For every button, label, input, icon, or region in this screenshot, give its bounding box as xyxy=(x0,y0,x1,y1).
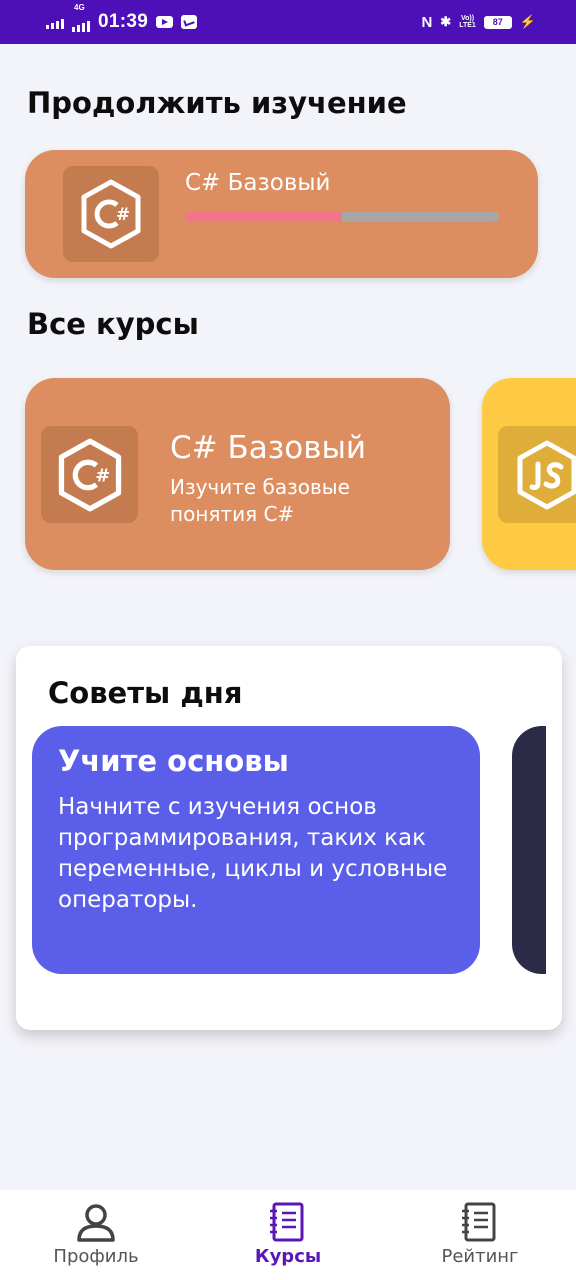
battery-icon: 87 xyxy=(483,15,512,29)
csharp-icon: # xyxy=(63,166,159,262)
nfc-icon: N xyxy=(421,13,433,31)
course-title: C# Базовый xyxy=(170,430,367,466)
volte-icon: Vo)) LTE1 xyxy=(459,15,476,29)
course-progress-bar xyxy=(185,212,499,222)
tip-card[interactable]: Учите основы Начните с изучения основ пр… xyxy=(32,726,480,974)
all-courses-heading: Все курсы xyxy=(27,307,199,341)
profile-icon xyxy=(77,1204,115,1242)
signal-4g-icon: 4G xyxy=(72,3,90,32)
status-bar-right: N ✱ Vo)) LTE1 87 ⚡ xyxy=(421,14,536,31)
charging-icon: ⚡ xyxy=(519,14,536,29)
nav-item-profile[interactable]: Профиль xyxy=(0,1190,192,1280)
continue-heading: Продолжить изучение xyxy=(27,86,407,120)
status-bar-left: 4G 01:39 xyxy=(46,3,198,33)
notification-icon xyxy=(181,15,198,29)
bluetooth-icon: ✱ xyxy=(440,14,452,29)
status-bar: 4G 01:39 N ✱ Vo)) LTE1 87 ⚡ xyxy=(0,0,576,44)
lte-label: LTE1 xyxy=(459,22,476,29)
nav-item-rating[interactable]: Рейтинг xyxy=(384,1190,576,1280)
volte-label: Vo)) xyxy=(460,15,475,22)
bottom-navigation: Профиль Курсы Рейтинг xyxy=(0,1190,576,1280)
svg-text:#: # xyxy=(116,205,130,225)
continue-course-title: C# Базовый xyxy=(185,170,331,196)
tip-text: Начните с изучения основ программировани… xyxy=(58,794,448,913)
course-progress-fill xyxy=(185,212,342,222)
tips-heading: Советы дня xyxy=(48,676,243,710)
nodejs-icon xyxy=(498,426,576,523)
tip-title: Учите основы xyxy=(58,744,289,778)
tips-panel: Советы дня Учите основы Начните с изучен… xyxy=(16,646,562,1030)
nav-item-courses[interactable]: Курсы xyxy=(192,1190,384,1280)
rating-icon xyxy=(462,1202,496,1242)
signal-icon xyxy=(46,15,64,29)
clock: 01:39 xyxy=(98,11,149,32)
tips-scroll-edge xyxy=(546,716,562,986)
continue-course-card[interactable]: # C# Базовый xyxy=(25,150,538,278)
svg-text:#: # xyxy=(95,465,110,486)
youtube-icon xyxy=(156,16,174,28)
nav-label-rating: Рейтинг xyxy=(441,1246,519,1267)
courses-icon xyxy=(270,1202,304,1242)
nav-label-profile: Профиль xyxy=(53,1246,139,1267)
csharp-icon: # xyxy=(41,426,138,523)
network-tag: 4G xyxy=(74,3,85,12)
course-description: Изучите базовые понятия C# xyxy=(170,475,350,526)
battery-level: 87 xyxy=(492,17,503,27)
course-card-nodejs[interactable] xyxy=(482,378,576,570)
nav-label-courses: Курсы xyxy=(254,1246,322,1267)
course-card-csharp[interactable]: # C# Базовый Изучите базовые понятия C# xyxy=(25,378,450,570)
